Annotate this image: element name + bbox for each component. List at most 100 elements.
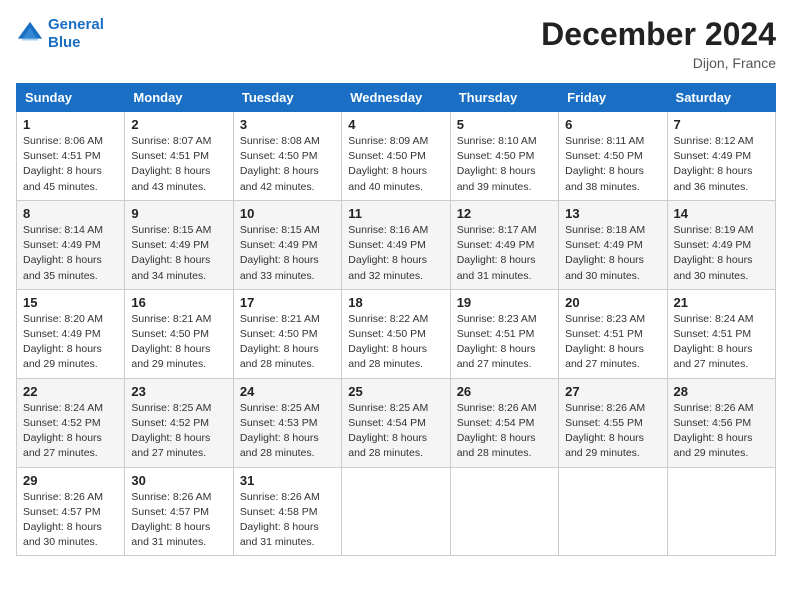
calendar-cell: 27 Sunrise: 8:26 AM Sunset: 4:55 PM Dayli… <box>559 378 667 467</box>
calendar-cell: 22 Sunrise: 8:24 AM Sunset: 4:52 PM Dayli… <box>17 378 125 467</box>
day-info: Sunrise: 8:24 AM Sunset: 4:52 PM Dayligh… <box>23 401 118 462</box>
calendar-cell: 24 Sunrise: 8:25 AM Sunset: 4:53 PM Dayli… <box>233 378 341 467</box>
day-number: 6 <box>565 117 660 132</box>
day-info: Sunrise: 8:23 AM Sunset: 4:51 PM Dayligh… <box>457 312 552 373</box>
day-info: Sunrise: 8:17 AM Sunset: 4:49 PM Dayligh… <box>457 223 552 284</box>
day-number: 14 <box>674 206 769 221</box>
calendar-cell: 2Sunrise: 8:07 AM Sunset: 4:51 PM Daylig… <box>125 112 233 201</box>
title-block: December 2024 Dijon, France <box>541 16 776 71</box>
day-info: Sunrise: 8:14 AM Sunset: 4:49 PM Dayligh… <box>23 223 118 284</box>
day-info: Sunrise: 8:07 AM Sunset: 4:51 PM Dayligh… <box>131 134 226 195</box>
day-number: 10 <box>240 206 335 221</box>
day-number: 11 <box>348 206 443 221</box>
day-number: 24 <box>240 384 335 399</box>
day-number: 17 <box>240 295 335 310</box>
day-info: Sunrise: 8:24 AM Sunset: 4:51 PM Dayligh… <box>674 312 769 373</box>
day-number: 31 <box>240 473 335 488</box>
day-info: Sunrise: 8:26 AM Sunset: 4:55 PM Dayligh… <box>565 401 660 462</box>
day-info: Sunrise: 8:26 AM Sunset: 4:57 PM Dayligh… <box>131 490 226 551</box>
calendar-cell: 31 Sunrise: 8:26 AM Sunset: 4:58 PM Dayli… <box>233 467 341 556</box>
day-number: 13 <box>565 206 660 221</box>
day-number: 23 <box>131 384 226 399</box>
day-info: Sunrise: 8:16 AM Sunset: 4:49 PM Dayligh… <box>348 223 443 284</box>
calendar-cell <box>667 467 775 556</box>
calendar-cell <box>559 467 667 556</box>
calendar-cell: 20 Sunrise: 8:23 AM Sunset: 4:51 PM Dayli… <box>559 289 667 378</box>
calendar-cell: 14Sunrise: 8:19 AM Sunset: 4:49 PM Dayli… <box>667 200 775 289</box>
calendar-cell: 29Sunrise: 8:26 AM Sunset: 4:57 PM Dayli… <box>17 467 125 556</box>
day-number: 27 <box>565 384 660 399</box>
calendar-cell: 11 Sunrise: 8:16 AM Sunset: 4:49 PM Dayli… <box>342 200 450 289</box>
day-number: 9 <box>131 206 226 221</box>
day-info: Sunrise: 8:20 AM Sunset: 4:49 PM Dayligh… <box>23 312 118 373</box>
day-info: Sunrise: 8:26 AM Sunset: 4:57 PM Dayligh… <box>23 490 118 551</box>
day-number: 22 <box>23 384 118 399</box>
day-number: 15 <box>23 295 118 310</box>
weekday-header-sunday: Sunday <box>17 84 125 112</box>
day-info: Sunrise: 8:23 AM Sunset: 4:51 PM Dayligh… <box>565 312 660 373</box>
weekday-header-tuesday: Tuesday <box>233 84 341 112</box>
day-number: 19 <box>457 295 552 310</box>
day-info: Sunrise: 8:26 AM Sunset: 4:56 PM Dayligh… <box>674 401 769 462</box>
day-number: 20 <box>565 295 660 310</box>
calendar-cell: 9 Sunrise: 8:15 AM Sunset: 4:49 PM Daylig… <box>125 200 233 289</box>
calendar-cell <box>342 467 450 556</box>
day-info: Sunrise: 8:26 AM Sunset: 4:58 PM Dayligh… <box>240 490 335 551</box>
day-info: Sunrise: 8:15 AM Sunset: 4:49 PM Dayligh… <box>131 223 226 284</box>
day-number: 5 <box>457 117 552 132</box>
weekday-header-saturday: Saturday <box>667 84 775 112</box>
month-year-title: December 2024 <box>541 16 776 53</box>
calendar-cell: 7Sunrise: 8:12 AM Sunset: 4:49 PM Daylig… <box>667 112 775 201</box>
day-info: Sunrise: 8:26 AM Sunset: 4:54 PM Dayligh… <box>457 401 552 462</box>
day-info: Sunrise: 8:09 AM Sunset: 4:50 PM Dayligh… <box>348 134 443 195</box>
day-info: Sunrise: 8:25 AM Sunset: 4:53 PM Dayligh… <box>240 401 335 462</box>
day-info: Sunrise: 8:22 AM Sunset: 4:50 PM Dayligh… <box>348 312 443 373</box>
day-number: 8 <box>23 206 118 221</box>
calendar-cell: 19 Sunrise: 8:23 AM Sunset: 4:51 PM Dayli… <box>450 289 558 378</box>
calendar-cell: 25 Sunrise: 8:25 AM Sunset: 4:54 PM Dayli… <box>342 378 450 467</box>
day-info: Sunrise: 8:25 AM Sunset: 4:52 PM Dayligh… <box>131 401 226 462</box>
logo-text: General Blue <box>48 16 104 52</box>
calendar-cell: 17Sunrise: 8:21 AM Sunset: 4:50 PM Dayli… <box>233 289 341 378</box>
day-info: Sunrise: 8:08 AM Sunset: 4:50 PM Dayligh… <box>240 134 335 195</box>
day-info: Sunrise: 8:06 AM Sunset: 4:51 PM Dayligh… <box>23 134 118 195</box>
logo-icon <box>16 20 44 48</box>
day-number: 16 <box>131 295 226 310</box>
weekday-header-friday: Friday <box>559 84 667 112</box>
calendar-week-row-5: 29Sunrise: 8:26 AM Sunset: 4:57 PM Dayli… <box>17 467 776 556</box>
calendar-cell: 23 Sunrise: 8:25 AM Sunset: 4:52 PM Dayli… <box>125 378 233 467</box>
weekday-header-monday: Monday <box>125 84 233 112</box>
day-number: 4 <box>348 117 443 132</box>
day-info: Sunrise: 8:15 AM Sunset: 4:49 PM Dayligh… <box>240 223 335 284</box>
calendar-week-row-2: 8 Sunrise: 8:14 AM Sunset: 4:49 PM Daylig… <box>17 200 776 289</box>
day-number: 30 <box>131 473 226 488</box>
calendar-cell: 6 Sunrise: 8:11 AM Sunset: 4:50 PM Daylig… <box>559 112 667 201</box>
day-number: 1 <box>23 117 118 132</box>
calendar-cell: 5Sunrise: 8:10 AM Sunset: 4:50 PM Daylig… <box>450 112 558 201</box>
day-number: 25 <box>348 384 443 399</box>
calendar-cell: 15 Sunrise: 8:20 AM Sunset: 4:49 PM Dayli… <box>17 289 125 378</box>
calendar-cell: 21 Sunrise: 8:24 AM Sunset: 4:51 PM Dayli… <box>667 289 775 378</box>
calendar-cell: 3 Sunrise: 8:08 AM Sunset: 4:50 PM Daylig… <box>233 112 341 201</box>
page-header: General Blue December 2024 Dijon, France <box>16 16 776 71</box>
calendar-cell: 8 Sunrise: 8:14 AM Sunset: 4:49 PM Daylig… <box>17 200 125 289</box>
calendar-cell: 18Sunrise: 8:22 AM Sunset: 4:50 PM Dayli… <box>342 289 450 378</box>
weekday-header-wednesday: Wednesday <box>342 84 450 112</box>
calendar-cell: 26Sunrise: 8:26 AM Sunset: 4:54 PM Dayli… <box>450 378 558 467</box>
day-info: Sunrise: 8:25 AM Sunset: 4:54 PM Dayligh… <box>348 401 443 462</box>
logo: General Blue <box>16 16 104 52</box>
calendar-table: SundayMondayTuesdayWednesdayThursdayFrid… <box>16 83 776 556</box>
calendar-cell: 12 Sunrise: 8:17 AM Sunset: 4:49 PM Dayli… <box>450 200 558 289</box>
location-subtitle: Dijon, France <box>541 55 776 71</box>
day-number: 21 <box>674 295 769 310</box>
calendar-cell: 10 Sunrise: 8:15 AM Sunset: 4:49 PM Dayli… <box>233 200 341 289</box>
day-number: 12 <box>457 206 552 221</box>
calendar-cell: 4 Sunrise: 8:09 AM Sunset: 4:50 PM Daylig… <box>342 112 450 201</box>
calendar-header-row: SundayMondayTuesdayWednesdayThursdayFrid… <box>17 84 776 112</box>
day-info: Sunrise: 8:21 AM Sunset: 4:50 PM Dayligh… <box>131 312 226 373</box>
day-info: Sunrise: 8:11 AM Sunset: 4:50 PM Dayligh… <box>565 134 660 195</box>
calendar-cell: 16 Sunrise: 8:21 AM Sunset: 4:50 PM Dayli… <box>125 289 233 378</box>
day-number: 3 <box>240 117 335 132</box>
calendar-week-row-1: 1 Sunrise: 8:06 AM Sunset: 4:51 PM Daylig… <box>17 112 776 201</box>
calendar-cell: 13Sunrise: 8:18 AM Sunset: 4:49 PM Dayli… <box>559 200 667 289</box>
